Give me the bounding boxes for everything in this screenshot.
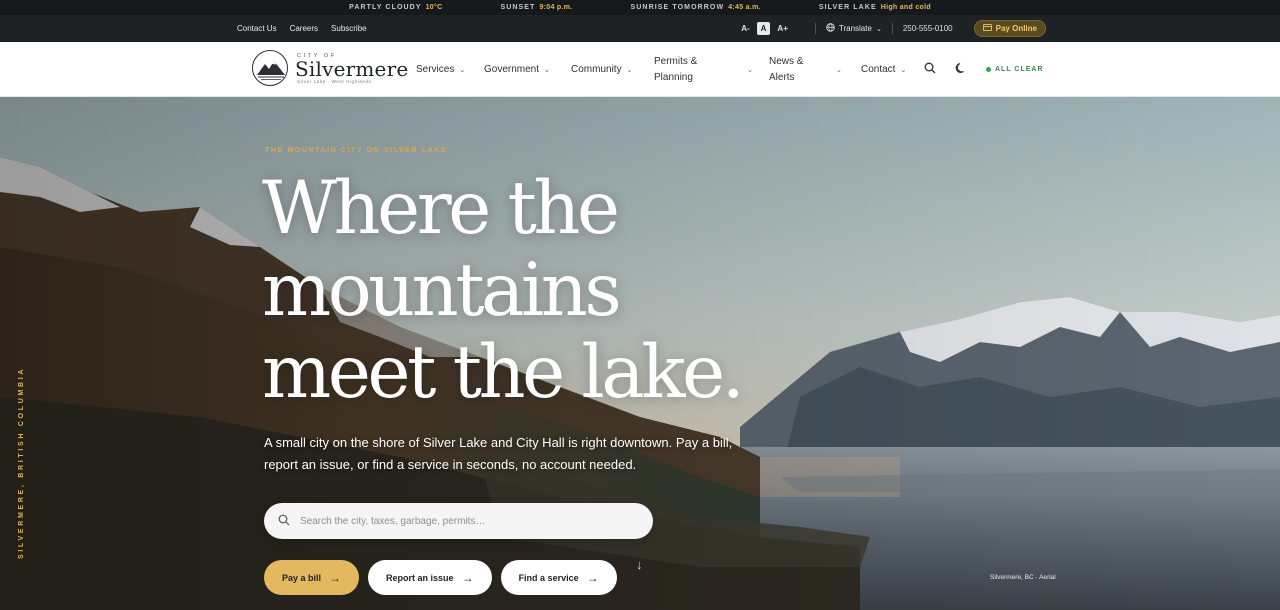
status-dot-icon (986, 67, 991, 72)
report-issue-button[interactable]: Report an issue → (368, 560, 492, 595)
hero-headline: Where the mountains meet the lake. (262, 166, 745, 415)
hero-search-box (264, 503, 653, 539)
search-icon[interactable] (924, 61, 936, 79)
nav-label: Services (416, 64, 455, 75)
nav-icons (924, 42, 967, 97)
logo-badge-icon (252, 50, 288, 86)
divider (963, 23, 964, 34)
utility-links: Contact Us Careers Subscribe (237, 15, 367, 42)
side-location-text: SILVERMERE, BRITISH COLUMBIA (18, 366, 25, 559)
divider (891, 23, 893, 34)
main-nav: CITY OF Silvermere Silver Lake · West Hi… (0, 42, 1280, 97)
ticker-item: SUNSET 9:04 p.m. (500, 4, 573, 11)
pay-online-button[interactable]: Pay Online (973, 20, 1046, 37)
weather-ticker: PARTLY CLOUDY 10°C SUNSET 9:04 p.m. SUNRIS… (0, 0, 1280, 15)
nav-item-community[interactable]: Community ⌄ (571, 64, 654, 75)
phone-link[interactable]: 250-555-0100 (903, 24, 953, 33)
primary-menu: Services ⌄ Government ⌄ Community ⌄ Permits… (416, 42, 921, 97)
chevron-down-icon: ⌄ (747, 66, 753, 74)
search-icon (278, 514, 290, 529)
headline-line: meet the lake. (262, 330, 745, 415)
nav-label: News & Alerts (769, 55, 804, 83)
logo-name: Silvermere (295, 56, 409, 81)
ticker-item: SILVER LAKE High and cold (818, 4, 931, 11)
contact-us-link[interactable]: Contact Us (237, 24, 277, 33)
button-label: Find a service (518, 572, 579, 583)
nav-item-services[interactable]: Services ⌄ (416, 64, 484, 75)
hero-lede: A small city on the shore of Silver Lake… (264, 435, 733, 472)
find-service-button[interactable]: Find a service → (500, 560, 617, 595)
divider (814, 23, 816, 34)
nav-item-government[interactable]: Government ⌄ (484, 64, 571, 75)
ticker-item: SUNRISE TOMORROW 4:45 a.m. (630, 4, 761, 11)
chevron-down-icon: ⌄ (459, 66, 466, 74)
translate-button[interactable]: Translate ⌄ (826, 23, 882, 34)
nav-item-contact[interactable]: Contact ⌄ (861, 64, 921, 75)
arrow-down-icon[interactable]: ↓ (636, 557, 643, 572)
chevron-down-icon: ⌄ (836, 66, 842, 74)
utility-right: A- A A+ Translate ⌄ 250-555-0100 Pay Onl… (737, 15, 1046, 42)
nav-label: Government (484, 64, 540, 75)
nav-label: Community (571, 64, 622, 75)
chevron-down-icon: ⌄ (875, 25, 882, 33)
hero-actions: Pay a bill → Report an issue → Find a serv… (264, 560, 617, 595)
hero-eyebrow: THE MOUNTAIN CITY ON SILVER LAKE (265, 147, 448, 154)
status-label: ALL CLEAR (995, 66, 1044, 73)
font-smaller-button[interactable]: A- (737, 22, 753, 35)
translate-label: Translate (838, 24, 872, 33)
globe-icon (826, 23, 835, 34)
city-logo[interactable]: CITY OF Silvermere Silver Lake · West Hi… (252, 50, 408, 86)
card-icon (982, 24, 992, 33)
button-label: Pay a bill (282, 572, 322, 583)
chevron-down-icon: ⌄ (626, 66, 633, 74)
logo-text: CITY OF Silvermere Silver Lake · West Hi… (295, 53, 408, 84)
headline-line: Where the (262, 166, 620, 251)
status-badge[interactable]: ALL CLEAR (986, 42, 1044, 97)
ticker-item: PARTLY CLOUDY 10°C (349, 4, 443, 11)
chevron-down-icon: ⌄ (544, 66, 550, 74)
font-size-controls: A- A A+ (737, 22, 792, 35)
font-default-button[interactable]: A (756, 22, 771, 35)
headline-line: mountains (262, 248, 622, 333)
careers-link[interactable]: Careers (290, 24, 318, 33)
moon-icon[interactable] (955, 61, 967, 79)
nav-label: Contact (861, 64, 896, 75)
button-label: Report an issue (386, 572, 454, 583)
nav-item-news[interactable]: News & Alerts ⌄ (769, 54, 861, 86)
hero-search-input[interactable] (300, 515, 620, 527)
font-larger-button[interactable]: A+ (773, 22, 791, 35)
nav-label: Permits & Planning (654, 55, 698, 83)
photo-credit: Silvermere, BC · Aerial (990, 574, 1056, 581)
arrow-right-icon: → (461, 570, 474, 585)
nav-item-permits[interactable]: Permits & Planning ⌄ (654, 54, 769, 86)
utility-bar: Contact Us Careers Subscribe A- A A+ Tra… (0, 15, 1280, 42)
pay-bill-button[interactable]: Pay a bill → (264, 560, 360, 595)
chevron-down-icon: ⌄ (900, 66, 907, 74)
arrow-right-icon: → (329, 570, 342, 585)
subscribe-link[interactable]: Subscribe (331, 24, 367, 33)
pay-online-label: Pay Online (995, 24, 1037, 33)
arrow-right-icon: → (586, 570, 599, 585)
